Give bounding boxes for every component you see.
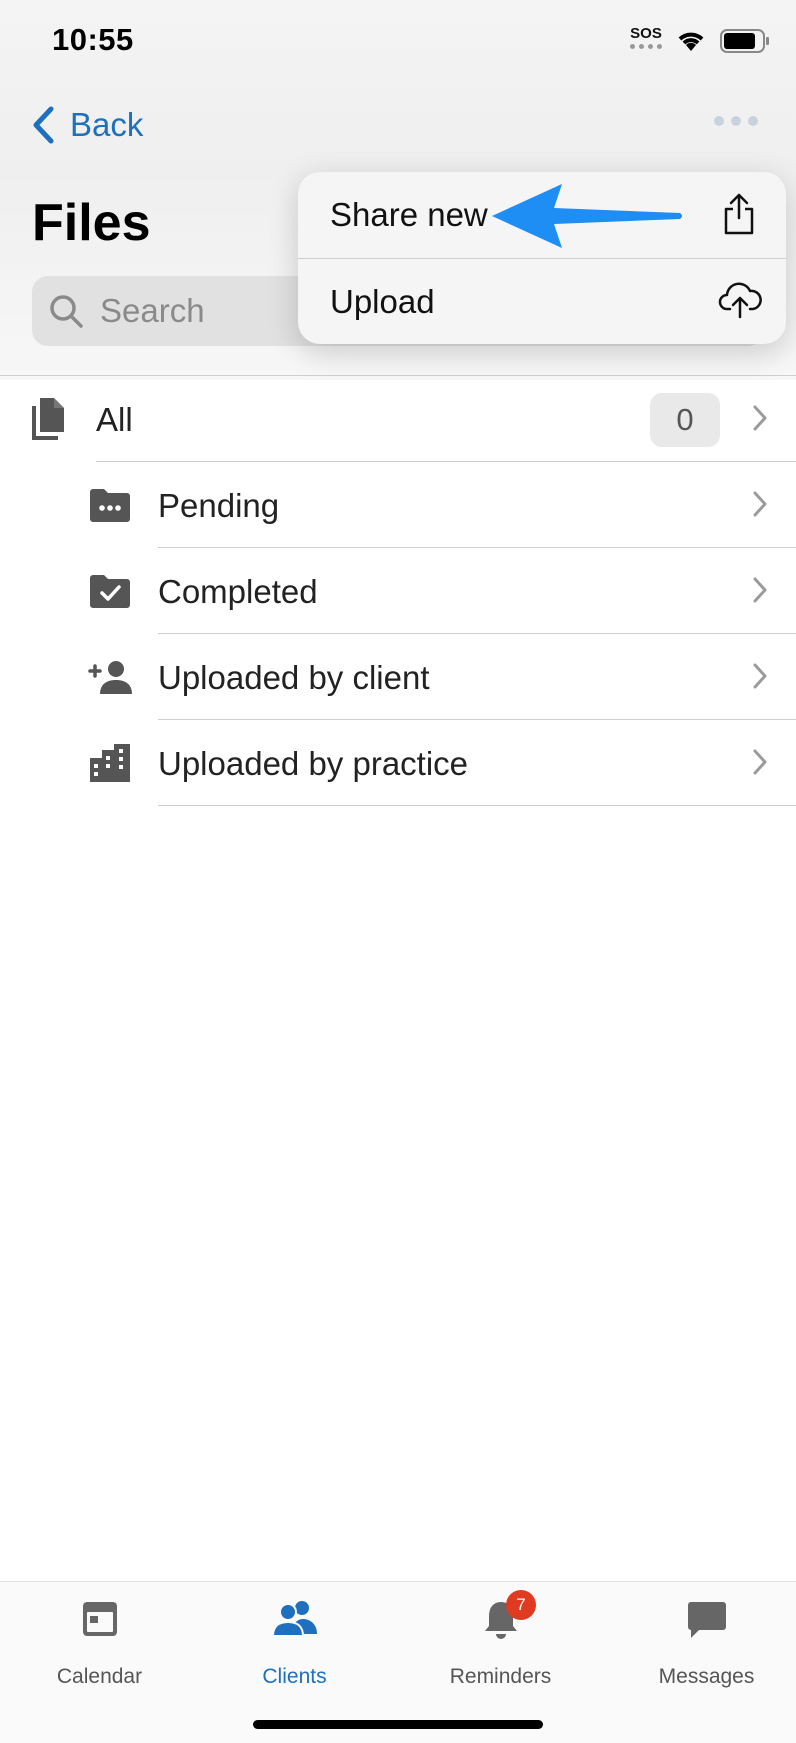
menu-item-label: Share new bbox=[330, 196, 488, 233]
more-dot-icon bbox=[731, 116, 741, 126]
menu-item-label: Upload bbox=[330, 283, 435, 320]
more-options-button[interactable] bbox=[714, 116, 758, 126]
status-bar: 10:55 SOS bbox=[0, 0, 796, 84]
chevron-right-icon bbox=[753, 405, 767, 431]
tab-calendar[interactable]: Calendar bbox=[0, 1582, 199, 1702]
back-label: Back bbox=[70, 106, 144, 143]
people-icon bbox=[271, 1601, 317, 1636]
building-icon bbox=[90, 744, 130, 782]
count-badge: 0 bbox=[650, 393, 720, 447]
list-item-completed[interactable]: Completed bbox=[0, 548, 796, 634]
tab-label: Calendar bbox=[56, 1665, 143, 1688]
home-indicator bbox=[253, 1720, 543, 1729]
tab-messages[interactable]: Messages bbox=[607, 1582, 796, 1702]
chevron-right-icon bbox=[753, 577, 767, 603]
person-add-icon bbox=[88, 661, 132, 694]
page-title: Files bbox=[32, 194, 151, 252]
list-item-pending[interactable]: Pending bbox=[0, 462, 796, 548]
share-icon bbox=[724, 193, 754, 235]
search-placeholder: Search bbox=[100, 292, 205, 329]
more-dot-icon bbox=[714, 116, 724, 126]
list-item-all[interactable]: All 0 bbox=[0, 376, 796, 462]
wifi-icon bbox=[678, 32, 704, 51]
chevron-right-icon bbox=[753, 749, 767, 775]
chevron-left-icon bbox=[33, 106, 54, 144]
list-item-label: Pending bbox=[158, 487, 280, 524]
tab-label: Messages bbox=[658, 1665, 755, 1688]
tab-label: Clients bbox=[262, 1665, 327, 1688]
folder-pending-icon bbox=[90, 489, 130, 522]
list-item-uploaded-by-client[interactable]: Uploaded by client bbox=[0, 634, 796, 720]
status-icons: SOS bbox=[630, 26, 770, 55]
list-item-label: Completed bbox=[158, 573, 318, 610]
sos-label: SOS bbox=[630, 25, 662, 42]
annotation-arrow bbox=[492, 184, 682, 248]
battery-icon bbox=[720, 28, 769, 53]
chevron-right-icon bbox=[753, 491, 767, 517]
divider bbox=[158, 805, 796, 806]
tab-bar: Calendar Clients Reminders Messages bbox=[0, 1581, 796, 1743]
search-icon bbox=[50, 295, 83, 328]
chevron-right-icon bbox=[753, 663, 767, 689]
chat-icon bbox=[687, 1602, 726, 1638]
calendar-icon bbox=[82, 1602, 117, 1636]
list-item-label: All bbox=[96, 401, 133, 438]
tab-reminders[interactable]: Reminders bbox=[401, 1582, 600, 1702]
list-item-label: Uploaded by practice bbox=[158, 745, 469, 782]
more-dot-icon bbox=[748, 116, 758, 126]
files-icon bbox=[32, 398, 64, 440]
notification-badge: 7 bbox=[506, 1590, 536, 1620]
status-time: 10:55 bbox=[52, 22, 134, 57]
folder-check-icon bbox=[90, 575, 130, 608]
cloud-upload-icon bbox=[718, 282, 762, 319]
list-item-label: Uploaded by client bbox=[158, 659, 430, 696]
list-item-uploaded-by-practice[interactable]: Uploaded by practice bbox=[0, 720, 796, 806]
menu-item-upload[interactable]: Upload bbox=[298, 259, 786, 344]
tab-label: Reminders bbox=[449, 1665, 552, 1688]
tab-clients[interactable]: Clients bbox=[195, 1582, 394, 1702]
sos-indicator: SOS bbox=[630, 26, 662, 55]
back-button[interactable]: Back bbox=[32, 106, 143, 144]
